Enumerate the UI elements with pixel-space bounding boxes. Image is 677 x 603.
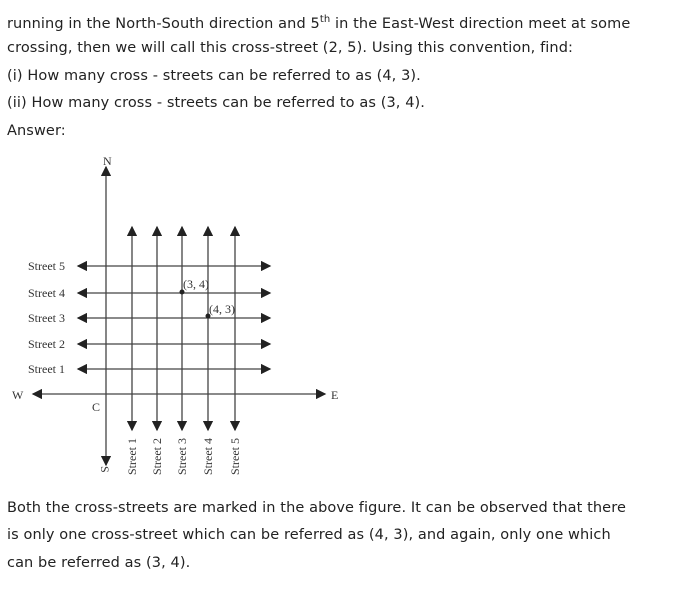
superscript: th xyxy=(319,14,331,25)
origin-label: C xyxy=(92,400,100,414)
conclusion-line-3: can be referred as (3, 4). xyxy=(7,555,191,571)
west-label: W xyxy=(12,388,24,402)
north-label: N xyxy=(103,154,112,168)
east-west-street-label: Street 5 xyxy=(28,259,65,273)
question-ii: (ii) How many cross - streets can be ref… xyxy=(7,95,426,111)
south-label: S xyxy=(98,466,112,473)
north-south-street-label: Street 3 xyxy=(175,438,189,475)
east-west-street-label: Street 3 xyxy=(28,311,65,325)
text: running in the North-South direction and… xyxy=(7,15,320,32)
north-south-street-label: Street 1 xyxy=(125,438,139,475)
question-line-2: crossing, then we will call this cross-s… xyxy=(7,40,574,56)
conclusion-line-1: Both the cross-streets are marked in the… xyxy=(7,500,626,516)
answer-label: Answer: xyxy=(7,123,66,139)
text: in the East-West direction meet at some xyxy=(330,15,631,32)
street-diagram: N S W E C Street 1 Street 2 Street 3 Street… xyxy=(12,154,338,475)
east-west-street-label: Street 2 xyxy=(28,337,65,351)
north-south-street-label: Street 5 xyxy=(228,438,242,475)
east-label: E xyxy=(331,388,338,402)
north-south-street-label: Street 4 xyxy=(201,438,215,475)
conclusion-line-2: is only one cross-street which can be re… xyxy=(7,527,611,543)
east-west-street-label: Street 1 xyxy=(28,362,65,376)
question-i: (i) How many cross - streets can be refe… xyxy=(7,68,421,84)
north-south-street-label: Street 2 xyxy=(150,438,164,475)
point-3-4-label: (3, 4) xyxy=(183,277,209,291)
point-4-3-label: (4, 3) xyxy=(209,302,235,316)
east-west-street-label: Street 4 xyxy=(28,286,65,300)
